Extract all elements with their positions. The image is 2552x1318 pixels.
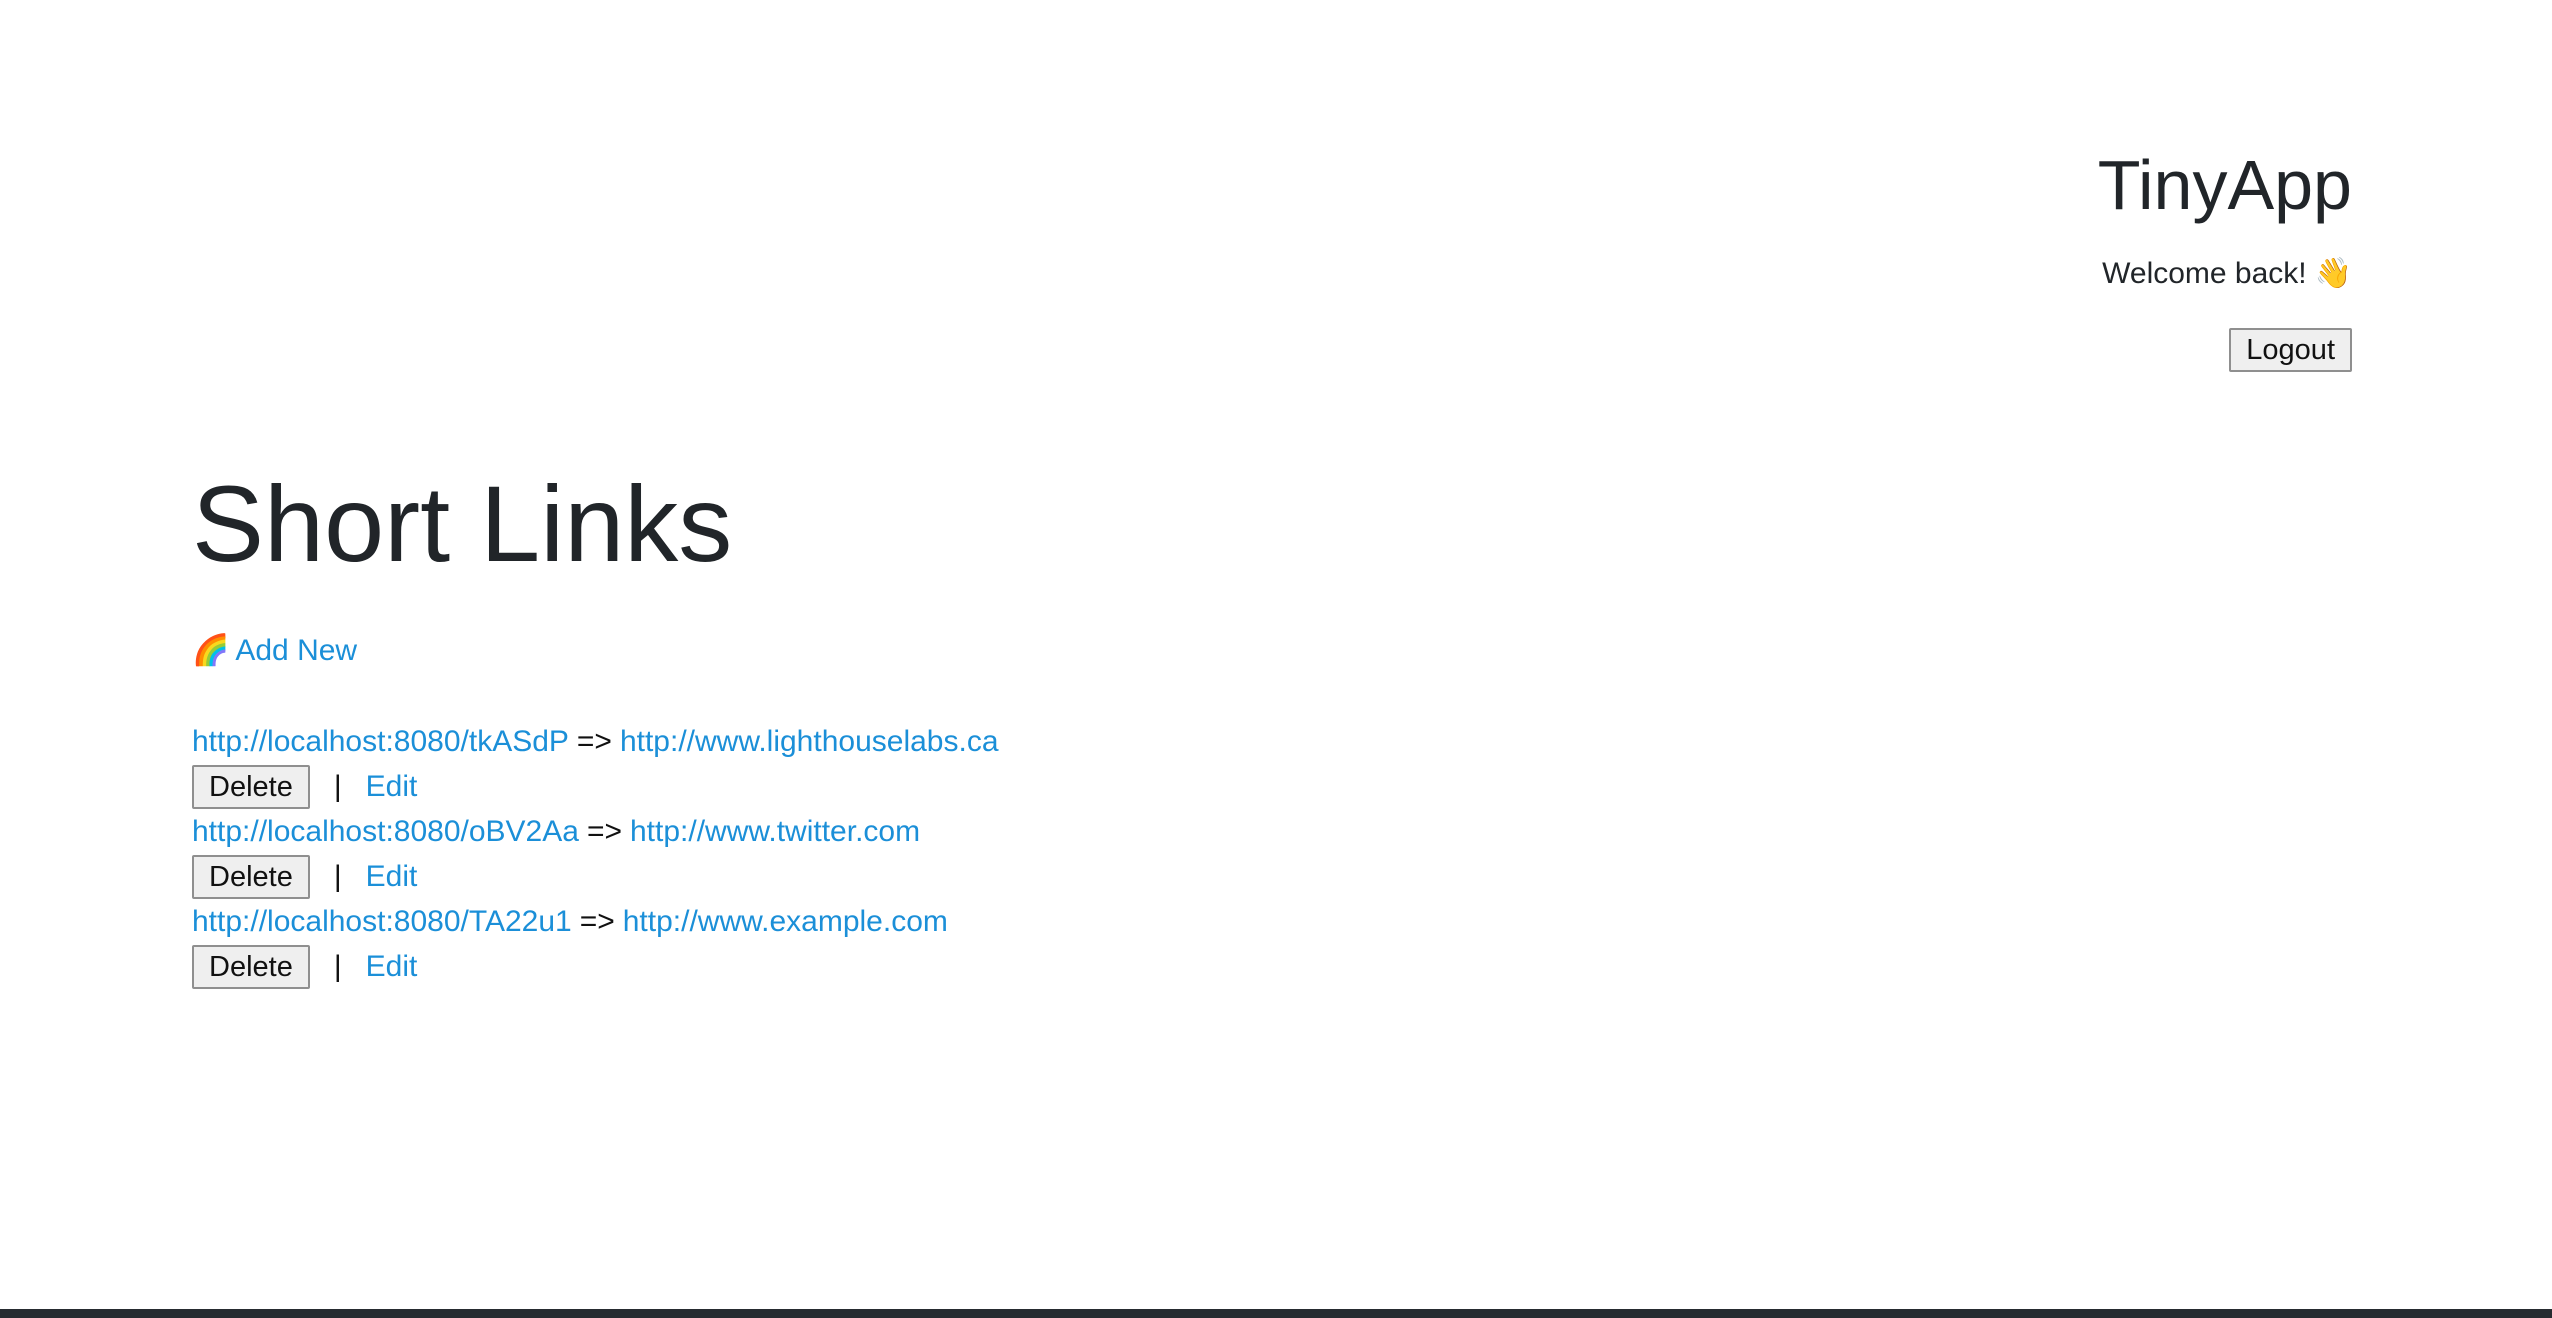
url-entry: http://localhost:8080/oBV2Aa => http://www…	[192, 810, 1592, 900]
app-title: TinyApp	[2097, 146, 2352, 224]
page-title: Short Links	[192, 463, 733, 584]
url-entry: http://localhost:8080/TA22u1 => http://www…	[192, 900, 1592, 990]
bottom-strip	[0, 1309, 2552, 1318]
main-content: Short Links 🌈 Add New http://localhost:80…	[192, 470, 1592, 990]
header: TinyApp Welcome back! 👋 Logout	[1652, 150, 2352, 372]
url-line: http://localhost:8080/tkASdP => http://www…	[192, 720, 1592, 764]
long-url-link[interactable]: http://www.lighthouselabs.ca	[620, 725, 999, 758]
url-list: http://localhost:8080/tkASdP => http://www…	[192, 720, 1592, 990]
welcome-message: Welcome back! 👋	[1652, 259, 2352, 289]
logout-row: Logout	[1652, 328, 2352, 372]
add-new-row: 🌈 Add New	[192, 636, 1592, 666]
action-separator: |	[333, 860, 342, 893]
edit-link[interactable]: Edit	[366, 770, 418, 804]
short-url-link[interactable]: http://localhost:8080/oBV2Aa	[192, 815, 579, 848]
action-separator: |	[333, 950, 342, 983]
delete-button[interactable]: Delete	[192, 765, 310, 809]
url-actions: Delete | Edit	[192, 764, 1592, 810]
rainbow-icon: 🌈	[192, 634, 230, 667]
arrow-text: =>	[576, 725, 612, 758]
url-line: http://localhost:8080/TA22u1 => http://www…	[192, 900, 1592, 944]
url-actions: Delete | Edit	[192, 944, 1592, 990]
edit-link[interactable]: Edit	[366, 860, 418, 894]
waving-hand-icon: 👋	[2314, 257, 2352, 290]
delete-button[interactable]: Delete	[192, 855, 310, 899]
url-entry: http://localhost:8080/tkASdP => http://www…	[192, 720, 1592, 810]
logout-button[interactable]: Logout	[2229, 328, 2352, 372]
long-url-link[interactable]: http://www.twitter.com	[630, 815, 920, 848]
action-separator: |	[333, 770, 342, 803]
edit-link[interactable]: Edit	[366, 950, 418, 984]
delete-button[interactable]: Delete	[192, 945, 310, 989]
url-actions: Delete | Edit	[192, 854, 1592, 900]
short-url-link[interactable]: http://localhost:8080/tkASdP	[192, 725, 569, 758]
add-new-link[interactable]: Add New	[235, 634, 357, 667]
long-url-link[interactable]: http://www.example.com	[623, 905, 948, 938]
welcome-text: Welcome back!	[2102, 257, 2307, 290]
url-line: http://localhost:8080/oBV2Aa => http://www…	[192, 810, 1592, 854]
arrow-text: =>	[586, 815, 622, 848]
arrow-text: =>	[579, 905, 615, 938]
short-url-link[interactable]: http://localhost:8080/TA22u1	[192, 905, 572, 938]
